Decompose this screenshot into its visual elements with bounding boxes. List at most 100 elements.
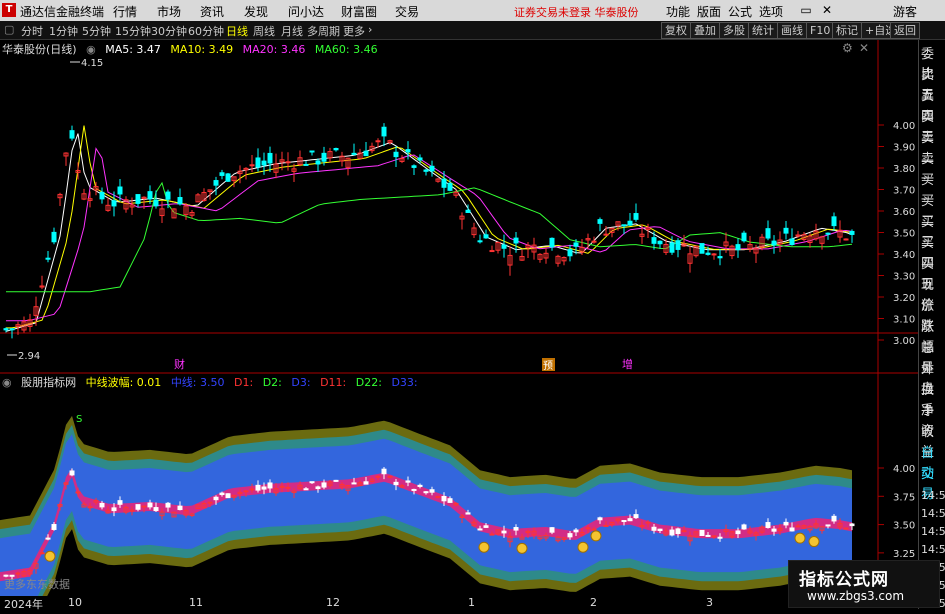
candle-body bbox=[267, 482, 273, 489]
candle-body bbox=[483, 525, 489, 528]
candle-body bbox=[669, 242, 675, 253]
candle-body bbox=[135, 504, 141, 510]
candle-body bbox=[363, 481, 369, 485]
signal-coin-icon bbox=[577, 541, 589, 553]
price-tick: 3.80 bbox=[893, 164, 915, 175]
tab-period-5min[interactable]: 5分钟 bbox=[82, 23, 111, 39]
candle-body bbox=[513, 527, 519, 531]
candle-body bbox=[789, 527, 795, 532]
btn-f10[interactable]: F10 bbox=[806, 22, 835, 39]
date-label: 2024年 bbox=[4, 598, 43, 611]
sub-footer-note: 更多东东数据 bbox=[4, 577, 70, 591]
tick-time: 14:55 bbox=[921, 489, 945, 502]
candle-body bbox=[321, 152, 327, 162]
login-warning: 证券交易未登录 华泰股份 bbox=[514, 6, 639, 19]
candle-body bbox=[447, 498, 453, 503]
price-tick: 3.20 bbox=[893, 293, 915, 304]
menu-market[interactable]: 市场 bbox=[157, 3, 181, 20]
candle-body bbox=[717, 536, 723, 539]
candle-body bbox=[393, 151, 399, 158]
candle-body bbox=[225, 493, 231, 499]
high-label: 4.15 bbox=[81, 58, 103, 69]
candle-body bbox=[117, 186, 123, 195]
tab-period-multi[interactable]: 多周期 bbox=[307, 23, 340, 39]
btn-overlay[interactable]: 叠加 bbox=[690, 22, 720, 39]
tab-period-monthly[interactable]: 月线 bbox=[281, 23, 303, 39]
candle-body bbox=[831, 216, 837, 227]
btn-multi-stock[interactable]: 多股 bbox=[719, 22, 749, 39]
menu-quotes[interactable]: 行情 bbox=[113, 3, 137, 20]
menu-trade[interactable]: 交易 bbox=[395, 3, 419, 20]
candle-body bbox=[135, 194, 141, 204]
date-label: 1 bbox=[468, 596, 475, 609]
menu-options[interactable]: 选项 bbox=[759, 3, 783, 20]
candle-body bbox=[711, 535, 717, 538]
btn-stats[interactable]: 统计 bbox=[748, 22, 778, 39]
date-label: 12 bbox=[326, 596, 340, 609]
tab-period-daily[interactable]: 日线 bbox=[226, 23, 248, 39]
candle-body bbox=[513, 237, 519, 244]
candle-body bbox=[477, 240, 483, 243]
candle-body bbox=[411, 165, 417, 168]
candle-body bbox=[321, 482, 327, 488]
candle-body bbox=[381, 126, 387, 137]
candle-body bbox=[375, 140, 381, 143]
candle-body bbox=[309, 481, 315, 484]
btn-mark[interactable]: 标记 bbox=[832, 22, 862, 39]
menu-formula[interactable]: 公式 bbox=[728, 3, 752, 20]
menu-layout[interactable]: 版面 bbox=[697, 3, 721, 20]
candle-body bbox=[489, 533, 495, 536]
tab-period-more[interactable]: 更多 bbox=[343, 23, 365, 39]
menu-ask[interactable]: 问小达 bbox=[288, 3, 324, 20]
btn-back[interactable]: 返回 bbox=[890, 22, 920, 39]
price-tick: 3.10 bbox=[893, 315, 915, 326]
candle-body bbox=[417, 157, 423, 161]
candle-body bbox=[831, 515, 837, 522]
menu-discover[interactable]: 发现 bbox=[244, 3, 268, 20]
tab-period-60min[interactable]: 60分钟 bbox=[188, 23, 224, 39]
tab-period-15min[interactable]: 15分钟 bbox=[115, 23, 151, 39]
restore-icon[interactable]: ▭ bbox=[797, 2, 815, 18]
tab-period-intraday[interactable]: 分时 bbox=[21, 23, 43, 39]
btn-adjust[interactable]: 复权 bbox=[661, 22, 691, 39]
candle-body bbox=[387, 475, 393, 478]
candle-body bbox=[99, 502, 105, 508]
candle-body bbox=[477, 528, 483, 531]
candle-body bbox=[429, 165, 435, 172]
site-watermark: 指标公式网 www.zbgs3.com bbox=[788, 560, 940, 608]
toolbar-menu-icon[interactable]: ▢ bbox=[4, 23, 14, 36]
candle-body bbox=[591, 240, 597, 243]
candle-body bbox=[789, 238, 795, 246]
app-name: 通达信金融终端 bbox=[20, 5, 105, 19]
user-label[interactable]: 游客 bbox=[893, 3, 917, 20]
candle-body bbox=[741, 232, 747, 242]
menu-function[interactable]: 功能 bbox=[666, 3, 690, 20]
candle-body bbox=[177, 505, 183, 511]
candle-body bbox=[795, 525, 801, 528]
kline-chart[interactable]: 4.00 3.90 3.80 3.70 3.60 3.50 3.40 3.30 3.20 3.10… bbox=[0, 40, 918, 596]
btn-draw[interactable]: 画线 bbox=[777, 22, 807, 39]
date-label: 2 bbox=[590, 596, 597, 609]
candle-body bbox=[783, 227, 789, 234]
menu-wealth[interactable]: 财富圈 bbox=[341, 3, 377, 20]
close-icon[interactable]: ✕ bbox=[818, 2, 836, 18]
date-label: 10 bbox=[68, 596, 82, 609]
menu-news[interactable]: 资讯 bbox=[200, 3, 224, 20]
tab-period-1min[interactable]: 1分钟 bbox=[49, 23, 78, 39]
candle-body bbox=[465, 512, 471, 515]
candle-body bbox=[285, 486, 291, 489]
ma-line bbox=[5, 133, 853, 332]
tab-period-30min[interactable]: 30分钟 bbox=[151, 23, 187, 39]
candle-body bbox=[315, 486, 321, 490]
date-axis: 2024年 10 11 12 1 2 3 bbox=[0, 596, 880, 611]
candle-body bbox=[147, 191, 153, 200]
candle-body bbox=[69, 470, 75, 476]
candle-body bbox=[843, 527, 849, 530]
price-tick: 3.70 bbox=[893, 186, 915, 197]
tab-period-weekly[interactable]: 周线 bbox=[253, 23, 275, 39]
low-label: 2.94 bbox=[18, 351, 40, 362]
candle-body bbox=[153, 507, 159, 512]
candle-body bbox=[243, 490, 249, 493]
date-label: 11 bbox=[189, 596, 203, 609]
chevron-right-icon[interactable]: › bbox=[368, 23, 372, 36]
